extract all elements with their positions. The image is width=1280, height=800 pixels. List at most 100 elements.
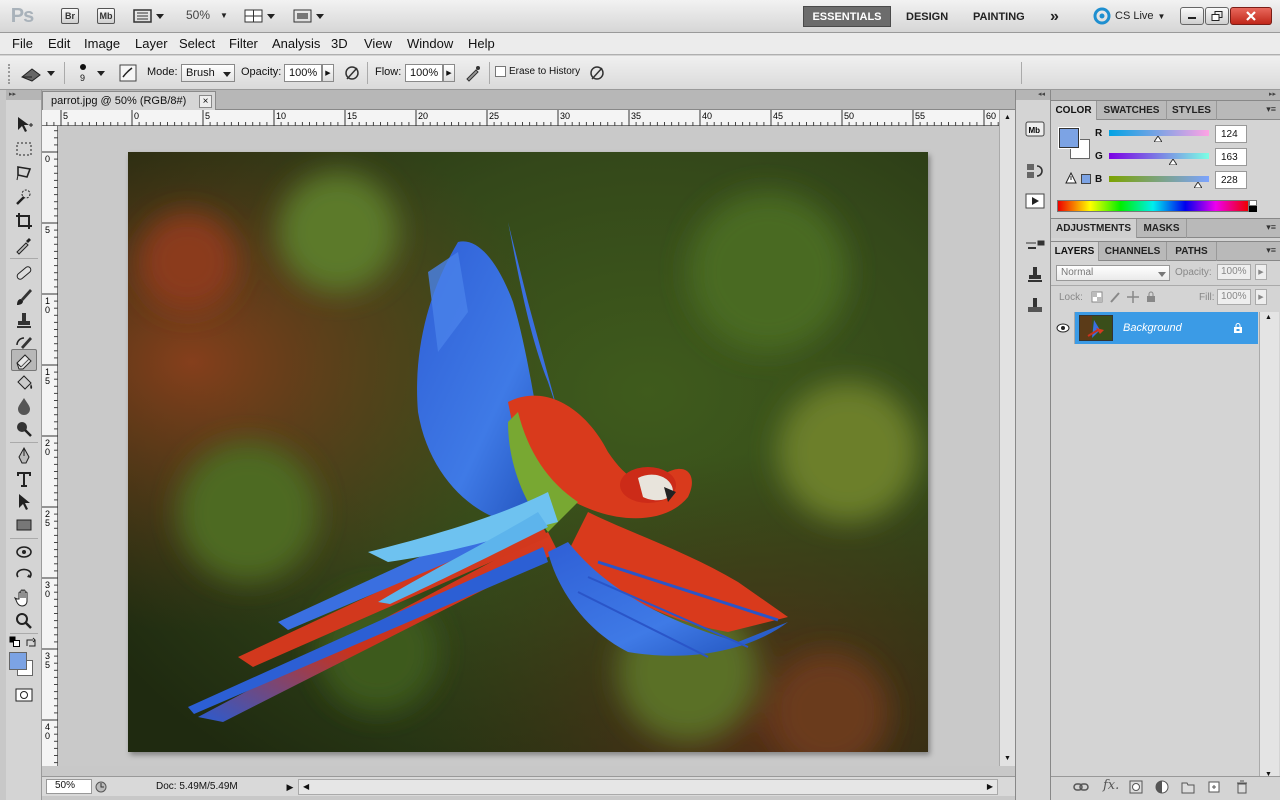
red-value-field[interactable]: 124: [1215, 125, 1247, 143]
scroll-up-icon[interactable]: ▲: [1265, 314, 1272, 321]
airbrush-toggle[interactable]: [463, 63, 483, 83]
eyedropper-tool[interactable]: [11, 234, 37, 256]
panel-menu-icon[interactable]: ▾≡: [1266, 245, 1276, 256]
tab-masks[interactable]: MASKS: [1137, 219, 1187, 238]
document-tab[interactable]: parrot.jpg @ 50% (RGB/8#) ×: [42, 91, 216, 110]
menu-file[interactable]: File: [12, 36, 33, 51]
path-selection-tool[interactable]: [11, 491, 37, 513]
fill-field[interactable]: 100%: [1217, 289, 1251, 305]
menu-edit[interactable]: Edit: [48, 36, 70, 51]
new-layer-icon[interactable]: [1207, 780, 1221, 794]
quick-selection-tool[interactable]: [11, 186, 37, 208]
blue-value-field[interactable]: 228: [1215, 171, 1247, 189]
opacity-field[interactable]: 100%: [284, 64, 322, 82]
layer-visibility-toggle[interactable]: [1051, 312, 1075, 344]
pressure-opacity-toggle[interactable]: [342, 63, 362, 83]
arrange-documents-button[interactable]: [244, 8, 278, 24]
crop-tool[interactable]: [11, 210, 37, 232]
screen-mode-button[interactable]: [293, 8, 327, 24]
layer-style-fx-icon[interactable]: fx.: [1103, 778, 1119, 793]
menu-image[interactable]: Image: [84, 36, 120, 51]
green-value-field[interactable]: 163: [1215, 148, 1247, 166]
black-swatch[interactable]: [1249, 206, 1257, 212]
minimize-button[interactable]: [1180, 7, 1204, 25]
spot-healing-tool[interactable]: [11, 262, 37, 284]
rectangle-tool[interactable]: [11, 514, 37, 536]
trash-icon[interactable]: [1235, 780, 1249, 794]
tab-layers[interactable]: LAYERS: [1051, 242, 1099, 261]
eraser-tool[interactable]: [11, 349, 37, 371]
zoom-tool[interactable]: [11, 610, 37, 632]
foreground-color-swatch[interactable]: [1058, 127, 1080, 149]
tab-channels[interactable]: CHANNELS: [1099, 242, 1167, 261]
3d-orbit-tool[interactable]: [11, 564, 37, 586]
lock-all-icon[interactable]: [1145, 291, 1157, 303]
tab-styles[interactable]: STYLES: [1167, 101, 1217, 120]
menu-3d[interactable]: 3D: [331, 36, 348, 51]
vertical-scrollbar[interactable]: ▲ ▼: [999, 110, 1015, 766]
opacity-slider-button[interactable]: ▶: [322, 64, 334, 82]
close-document-button[interactable]: ×: [199, 95, 212, 108]
layer-row-background[interactable]: Background: [1075, 312, 1258, 344]
horizontal-ruler[interactable]: 5 0 5 10 15 20 25 30 35 40 45 50 55 60: [42, 110, 999, 126]
lock-pixels-icon[interactable]: [1109, 291, 1121, 303]
tab-paths[interactable]: PATHS: [1167, 242, 1217, 261]
status-menu-button[interactable]: ▶: [284, 779, 296, 795]
menu-window[interactable]: Window: [407, 36, 453, 51]
adjustment-layer-icon[interactable]: [1155, 780, 1169, 794]
marquee-tool[interactable]: [11, 138, 37, 160]
history-panel-button[interactable]: [1024, 160, 1046, 182]
tab-adjustments[interactable]: ADJUSTMENTS: [1051, 219, 1137, 238]
lock-transparent-icon[interactable]: [1091, 291, 1103, 303]
foreground-color-swatch[interactable]: [9, 652, 27, 670]
menu-filter[interactable]: Filter: [229, 36, 258, 51]
menu-view[interactable]: View: [364, 36, 392, 51]
flow-field[interactable]: 100%: [405, 64, 443, 82]
dodge-tool[interactable]: [11, 418, 37, 440]
blend-mode-select[interactable]: Normal: [1056, 265, 1170, 281]
default-colors-button[interactable]: [9, 636, 21, 648]
brush-presets-panel-button[interactable]: [1024, 234, 1046, 256]
clone-source-panel-button[interactable]: [1024, 264, 1046, 286]
workspace-essentials[interactable]: ESSENTIALS: [803, 6, 891, 27]
color-spectrum-ramp[interactable]: [1057, 200, 1249, 212]
tab-swatches[interactable]: SWATCHES: [1097, 101, 1167, 120]
green-slider-thumb[interactable]: [1168, 159, 1177, 165]
fill-slider-button[interactable]: ▶: [1255, 289, 1267, 305]
parrot-photo[interactable]: [128, 152, 928, 752]
tools-collapse-button[interactable]: ▸▸: [6, 90, 41, 100]
scroll-up-icon[interactable]: ▲: [1004, 114, 1011, 121]
mode-select[interactable]: Brush: [181, 64, 235, 82]
swap-colors-button[interactable]: [25, 636, 37, 648]
paint-bucket-tool[interactable]: [11, 372, 37, 394]
layer-opacity-field[interactable]: 100%: [1217, 264, 1251, 280]
dock-collapse-button[interactable]: ◂◂: [1016, 90, 1050, 100]
close-button[interactable]: [1230, 7, 1272, 25]
out-of-gamut-warning-icon[interactable]: [1065, 172, 1077, 184]
restore-button[interactable]: [1205, 7, 1229, 25]
type-tool[interactable]: [11, 468, 37, 490]
mini-bridge-button[interactable]: Mb: [97, 8, 115, 24]
status-zoom-field[interactable]: 50%: [46, 779, 92, 794]
pen-tool[interactable]: [11, 445, 37, 467]
menu-analysis[interactable]: Analysis: [272, 36, 320, 51]
actions-panel-button[interactable]: [1024, 190, 1046, 212]
red-slider-thumb[interactable]: [1153, 136, 1162, 142]
menu-help[interactable]: Help: [468, 36, 495, 51]
workspace-overflow-button[interactable]: »: [1042, 6, 1067, 27]
scroll-right-icon[interactable]: ▶: [987, 782, 993, 791]
vertical-ruler[interactable]: 0 5 10 15 20 25 30 35 40: [42, 126, 58, 766]
workspace-design[interactable]: DESIGN: [898, 6, 956, 27]
new-group-icon[interactable]: [1181, 780, 1195, 794]
panel-menu-icon[interactable]: ▾≡: [1266, 222, 1276, 233]
quick-mask-button[interactable]: [11, 684, 37, 706]
lock-position-icon[interactable]: [1127, 291, 1139, 303]
erase-to-history-checkbox[interactable]: [495, 66, 506, 77]
tab-color[interactable]: COLOR: [1051, 101, 1097, 120]
move-tool[interactable]: [11, 114, 37, 136]
scroll-left-icon[interactable]: ◀: [303, 782, 309, 791]
tool-presets-panel-button[interactable]: [1024, 294, 1046, 316]
3d-rotate-tool[interactable]: [11, 541, 37, 563]
brush-panel-toggle[interactable]: [118, 63, 138, 83]
green-slider[interactable]: [1109, 153, 1209, 159]
